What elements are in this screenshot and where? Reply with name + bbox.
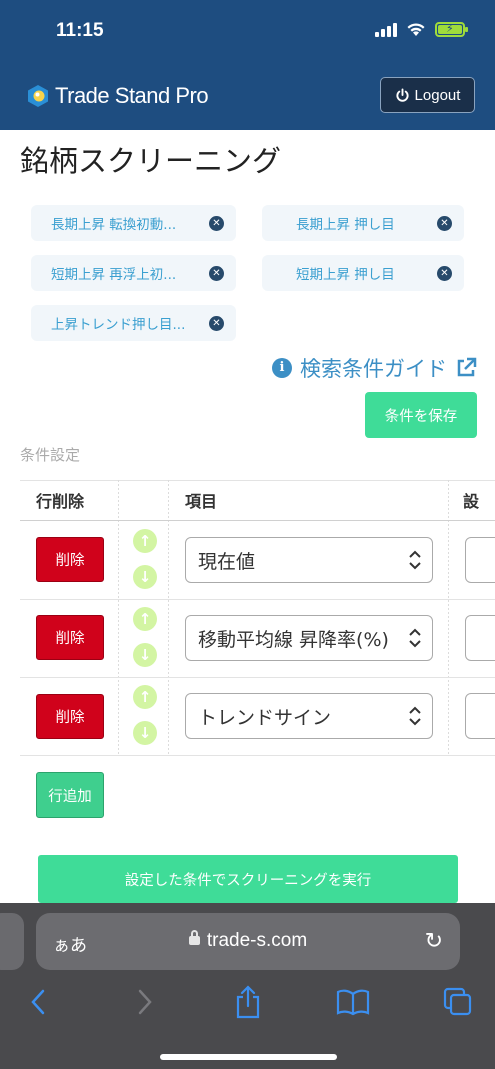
- info-icon: i: [272, 358, 292, 378]
- section-label: 条件設定: [20, 446, 81, 464]
- guide-label: 検索条件ガイド: [300, 357, 447, 381]
- item-select[interactable]: 移動平均線 昇降率(%): [185, 615, 433, 661]
- app-header: 11:15 ⚡ Trade Stand Pro Logout: [0, 0, 495, 130]
- saved-condition-tag[interactable]: 上昇トレンド押し目... ✕: [31, 305, 236, 341]
- url-text: trade-s.com: [206, 930, 308, 951]
- conditions-table: 行削除 項目 設 削除 ↑ ↓ 現在値 削除 ↑ ↓ 移動平均線 昇降率(%) …: [20, 480, 495, 756]
- delete-row-button[interactable]: 削除: [36, 694, 104, 739]
- saved-condition-tag[interactable]: 長期上昇 転換初動... ✕: [31, 205, 236, 241]
- lock-icon: [188, 930, 200, 945]
- tag-label: 短期上昇 再浮上初...: [51, 267, 177, 283]
- status-time: 11:15: [56, 20, 104, 41]
- search-guide-link[interactable]: i 検索条件ガイド: [272, 353, 477, 383]
- close-icon[interactable]: ✕: [437, 265, 452, 281]
- move-down-icon[interactable]: ↓: [133, 643, 157, 667]
- condition-input[interactable]: [465, 537, 495, 583]
- cellular-signal-icon: [375, 22, 397, 37]
- updown-chevron-icon: [409, 628, 421, 648]
- power-icon: [396, 87, 409, 102]
- delete-row-button[interactable]: 削除: [36, 615, 104, 660]
- previous-tab-preview[interactable]: [0, 913, 24, 970]
- external-link-icon: [457, 357, 477, 377]
- forward-icon[interactable]: [128, 985, 162, 1019]
- updown-chevron-icon: [409, 706, 421, 726]
- logo: Trade Stand Pro: [26, 83, 209, 109]
- browser-toolbar: ぁあ trade-s.com ↻: [0, 903, 495, 1069]
- condition-input[interactable]: [465, 615, 495, 661]
- bookmarks-icon[interactable]: [336, 985, 370, 1019]
- page-title: 銘柄スクリーニング: [20, 144, 282, 178]
- move-up-icon[interactable]: ↑: [133, 529, 157, 553]
- column-header-delete: 行削除: [36, 492, 85, 511]
- saved-condition-tag[interactable]: 長期上昇 押し目 ✕: [262, 205, 464, 241]
- close-icon[interactable]: ✕: [209, 315, 224, 331]
- move-down-icon[interactable]: ↓: [133, 565, 157, 589]
- back-icon[interactable]: [21, 985, 55, 1019]
- logout-label: Logout: [414, 86, 461, 104]
- updown-chevron-icon: [409, 550, 421, 570]
- run-screening-button[interactable]: 設定した条件でスクリーニングを実行: [38, 855, 458, 903]
- close-icon[interactable]: ✕: [437, 215, 452, 231]
- add-row-button[interactable]: 行追加: [36, 772, 104, 818]
- tag-label: 長期上昇 押し目: [296, 217, 395, 233]
- condition-input[interactable]: [465, 693, 495, 739]
- tag-label: 長期上昇 転換初動...: [51, 217, 177, 233]
- close-icon[interactable]: ✕: [209, 265, 224, 281]
- logout-button[interactable]: Logout: [380, 77, 475, 113]
- move-down-icon[interactable]: ↓: [133, 721, 157, 745]
- logo-text: Trade Stand Pro: [55, 83, 209, 108]
- select-value: 移動平均線 昇降率(%): [198, 628, 389, 651]
- share-icon[interactable]: [231, 985, 265, 1019]
- logo-mark-icon: [28, 85, 48, 107]
- save-conditions-button[interactable]: 条件を保存: [365, 392, 477, 438]
- column-header-cut: 設: [463, 492, 480, 511]
- status-icons: ⚡: [375, 22, 468, 37]
- wifi-icon: [407, 23, 425, 36]
- tag-label: 短期上昇 押し目: [296, 267, 395, 283]
- select-value: トレンドサイン: [198, 706, 332, 729]
- saved-condition-tag[interactable]: 短期上昇 再浮上初... ✕: [31, 255, 236, 291]
- battery-icon: ⚡: [435, 22, 468, 37]
- column-header-item: 項目: [185, 492, 218, 511]
- delete-row-button[interactable]: 削除: [36, 537, 104, 582]
- saved-condition-tag[interactable]: 短期上昇 押し目 ✕: [262, 255, 464, 291]
- tabs-icon[interactable]: [441, 985, 475, 1019]
- move-up-icon[interactable]: ↑: [133, 607, 157, 631]
- url-display: trade-s.com: [36, 930, 460, 952]
- select-value: 現在値: [198, 550, 256, 573]
- close-icon[interactable]: ✕: [209, 215, 224, 231]
- home-indicator: [160, 1054, 337, 1060]
- item-select[interactable]: 現在値: [185, 537, 433, 583]
- reload-icon[interactable]: ↻: [425, 929, 443, 954]
- address-bar[interactable]: ぁあ trade-s.com ↻: [36, 913, 460, 970]
- item-select[interactable]: トレンドサイン: [185, 693, 433, 739]
- tag-label: 上昇トレンド押し目...: [51, 317, 186, 333]
- move-up-icon[interactable]: ↑: [133, 685, 157, 709]
